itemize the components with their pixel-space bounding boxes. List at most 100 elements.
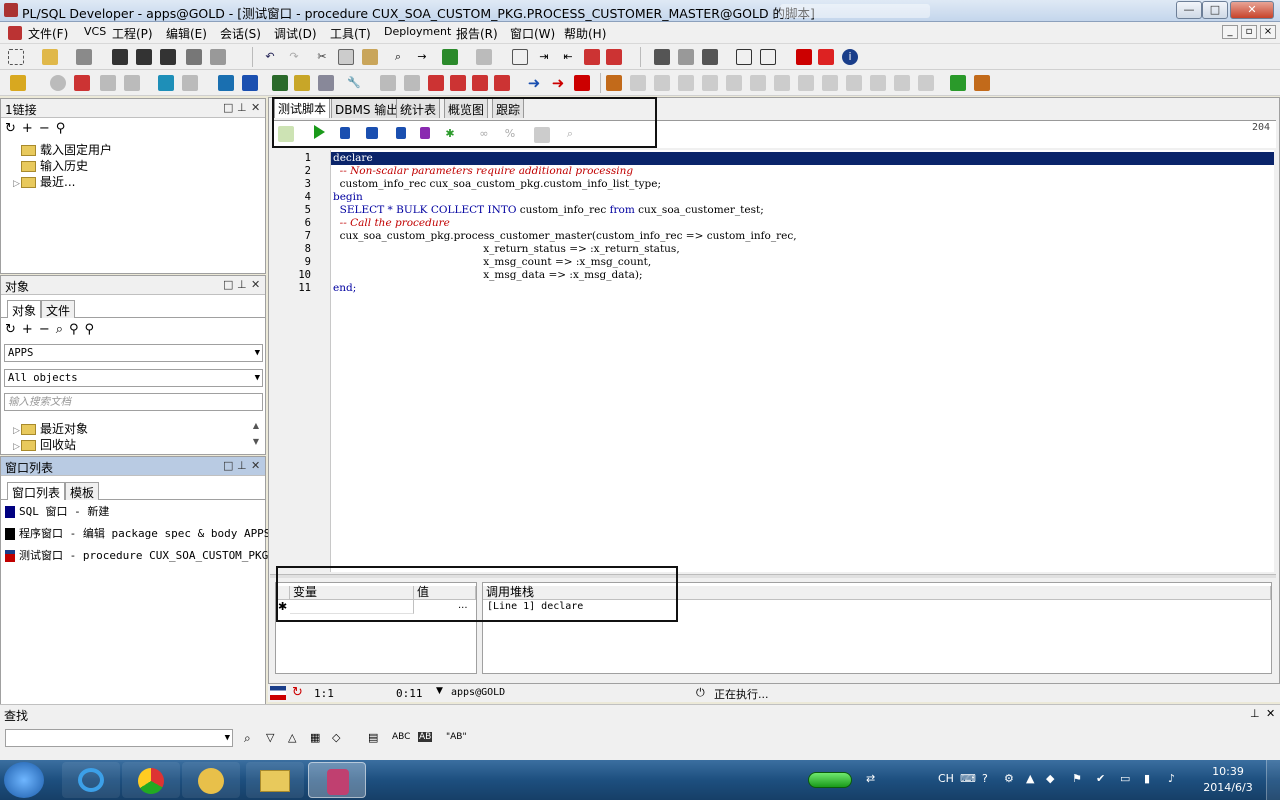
keyboard-icon[interactable]: ⌨ <box>960 772 976 785</box>
status-pill-icon[interactable] <box>808 772 852 788</box>
oracle-icon[interactable] <box>796 49 812 65</box>
open-icon[interactable] <box>42 49 58 65</box>
disabled-icon[interactable] <box>404 75 420 91</box>
tab-window-list[interactable]: 窗口列表 <box>7 482 66 500</box>
cut-icon[interactable]: ✂ <box>314 49 330 65</box>
print-setup-icon[interactable] <box>76 49 92 65</box>
menu-vcs[interactable]: VCS <box>84 25 106 38</box>
find-icon[interactable]: ⌕ <box>390 49 406 65</box>
volume-icon[interactable]: ♪ <box>1168 772 1175 785</box>
input-language[interactable]: CH <box>938 772 954 785</box>
schema-compare-icon[interactable] <box>678 49 694 65</box>
record-icon[interactable] <box>494 75 510 91</box>
mdi-close-button[interactable]: × <box>1260 25 1276 39</box>
rollback-icon[interactable] <box>242 75 258 91</box>
disabled-icon[interactable] <box>726 75 742 91</box>
chevron-down-icon[interactable]: ▼ <box>436 686 443 696</box>
panel-restore-icon[interactable]: □ <box>223 101 233 114</box>
match-case-button[interactable]: ABC <box>392 732 410 742</box>
panel-restore-icon[interactable]: □ <box>223 278 233 291</box>
save-icon[interactable] <box>112 49 128 65</box>
disabled-icon[interactable] <box>846 75 862 91</box>
app-menu-icon[interactable] <box>8 26 22 40</box>
paint-taskbar-button[interactable] <box>182 762 240 798</box>
close-button[interactable]: ✕ <box>1230 1 1274 19</box>
add-icon[interactable]: + <box>22 322 39 337</box>
network-share-icon[interactable]: ⇄ <box>866 772 875 785</box>
help-icon[interactable]: ? <box>982 772 988 785</box>
objects-scrollbar[interactable]: ▲ ▼ <box>249 418 263 452</box>
pin-icon[interactable]: ⊥ <box>237 459 247 472</box>
explain-icon[interactable] <box>272 75 288 91</box>
arrow-right-red-icon[interactable]: ➜ <box>550 75 566 91</box>
connect-icon[interactable]: ⚲ <box>56 121 72 136</box>
refresh-icon[interactable]: ↻ <box>5 121 22 136</box>
remove-icon[interactable]: − <box>39 322 56 337</box>
dropbox-icon[interactable]: ◆ <box>1046 772 1054 785</box>
disabled-icon[interactable] <box>894 75 910 91</box>
gear-icon[interactable] <box>50 75 66 91</box>
key-icon[interactable] <box>10 75 26 91</box>
record-icon[interactable] <box>472 75 488 91</box>
menu-edit[interactable]: 编辑(E) <box>166 25 207 42</box>
clock-time[interactable]: 10:39 <box>1200 765 1256 778</box>
commit-icon[interactable] <box>218 75 234 91</box>
plsql-taskbar-button[interactable] <box>308 762 366 798</box>
tree-item[interactable]: ▷ 最近... <box>13 173 112 189</box>
tree-item[interactable]: ▷ 最近对象 <box>13 420 88 436</box>
menu-debug[interactable]: 调试(D) <box>274 25 317 42</box>
run-icon[interactable] <box>950 75 966 91</box>
list-item[interactable]: 测试窗口 - procedure CUX_SOA_CUSTOM_PKG.P <box>5 547 282 569</box>
arrow-right-icon[interactable]: ➜ <box>526 75 542 91</box>
schema-export-icon[interactable] <box>702 49 718 65</box>
menu-report[interactable]: 报告(R) <box>456 25 498 42</box>
unindent-icon[interactable]: ⇤ <box>560 49 576 65</box>
redo-icon[interactable]: ↷ <box>286 49 302 65</box>
find-icon[interactable]: ⌕ <box>244 731 251 746</box>
forward-icon[interactable] <box>476 49 492 65</box>
refresh-icon[interactable]: ↻ <box>5 322 22 337</box>
disabled-icon[interactable] <box>182 75 198 91</box>
paste-icon[interactable] <box>362 49 378 65</box>
back-icon[interactable] <box>442 49 458 65</box>
pin-icon[interactable]: ⊥ <box>237 278 247 291</box>
find-next-icon[interactable]: ▽ <box>266 731 274 744</box>
filter-icon[interactable]: ⚲ <box>69 322 85 337</box>
security-icon[interactable]: ✔ <box>1096 772 1105 785</box>
report-icon[interactable] <box>318 75 334 91</box>
disabled-icon[interactable] <box>774 75 790 91</box>
pin-icon[interactable]: ⊥ <box>237 101 247 114</box>
tab-templates[interactable]: 模板 <box>65 482 100 500</box>
connect-icon[interactable]: ⚲ <box>85 322 101 337</box>
find-input[interactable]: ▼ <box>5 729 233 747</box>
disabled-icon[interactable] <box>798 75 814 91</box>
panel-close-icon[interactable]: ✕ <box>251 459 260 472</box>
disabled-icon[interactable] <box>750 75 766 91</box>
panel-restore-icon[interactable]: □ <box>223 459 233 472</box>
cascade-icon[interactable] <box>736 49 752 65</box>
indent-icon[interactable]: ⇥ <box>536 49 552 65</box>
save-all-icon[interactable] <box>160 49 176 65</box>
ime-options-icon[interactable]: ⚙ <box>1004 772 1014 785</box>
tree-item[interactable]: 输入历史 <box>13 157 112 173</box>
explorer-taskbar-button[interactable] <box>246 762 304 798</box>
flag-icon[interactable]: ⚑ <box>1072 772 1082 785</box>
remove-icon[interactable]: − <box>39 121 56 136</box>
code-editor[interactable]: declare -- Non-scalar parameters require… <box>331 150 1274 572</box>
object-filter-select[interactable]: All objects ▼ <box>4 369 263 387</box>
mdi-restore-button[interactable]: ▫ <box>1241 25 1257 39</box>
sql-icon[interactable] <box>158 75 174 91</box>
menu-session[interactable]: 会话(S) <box>220 25 261 42</box>
minimize-button[interactable]: — <box>1176 1 1202 19</box>
whole-word-button[interactable]: AB <box>418 732 433 742</box>
tree-item[interactable]: 载入固定用户 <box>13 141 112 157</box>
clear-icon[interactable]: ◇ <box>332 731 340 744</box>
menu-project[interactable]: 工程(P) <box>112 25 153 42</box>
document-icon[interactable] <box>512 49 528 65</box>
mdi-minimize-button[interactable]: _ <box>1222 25 1238 39</box>
menu-help[interactable]: 帮助(H) <box>564 25 606 42</box>
panel-close-icon[interactable]: ✕ <box>251 278 260 291</box>
schema-icon[interactable] <box>654 49 670 65</box>
menu-window[interactable]: 窗口(W) <box>510 25 555 42</box>
show-desktop-button[interactable] <box>1266 760 1280 800</box>
